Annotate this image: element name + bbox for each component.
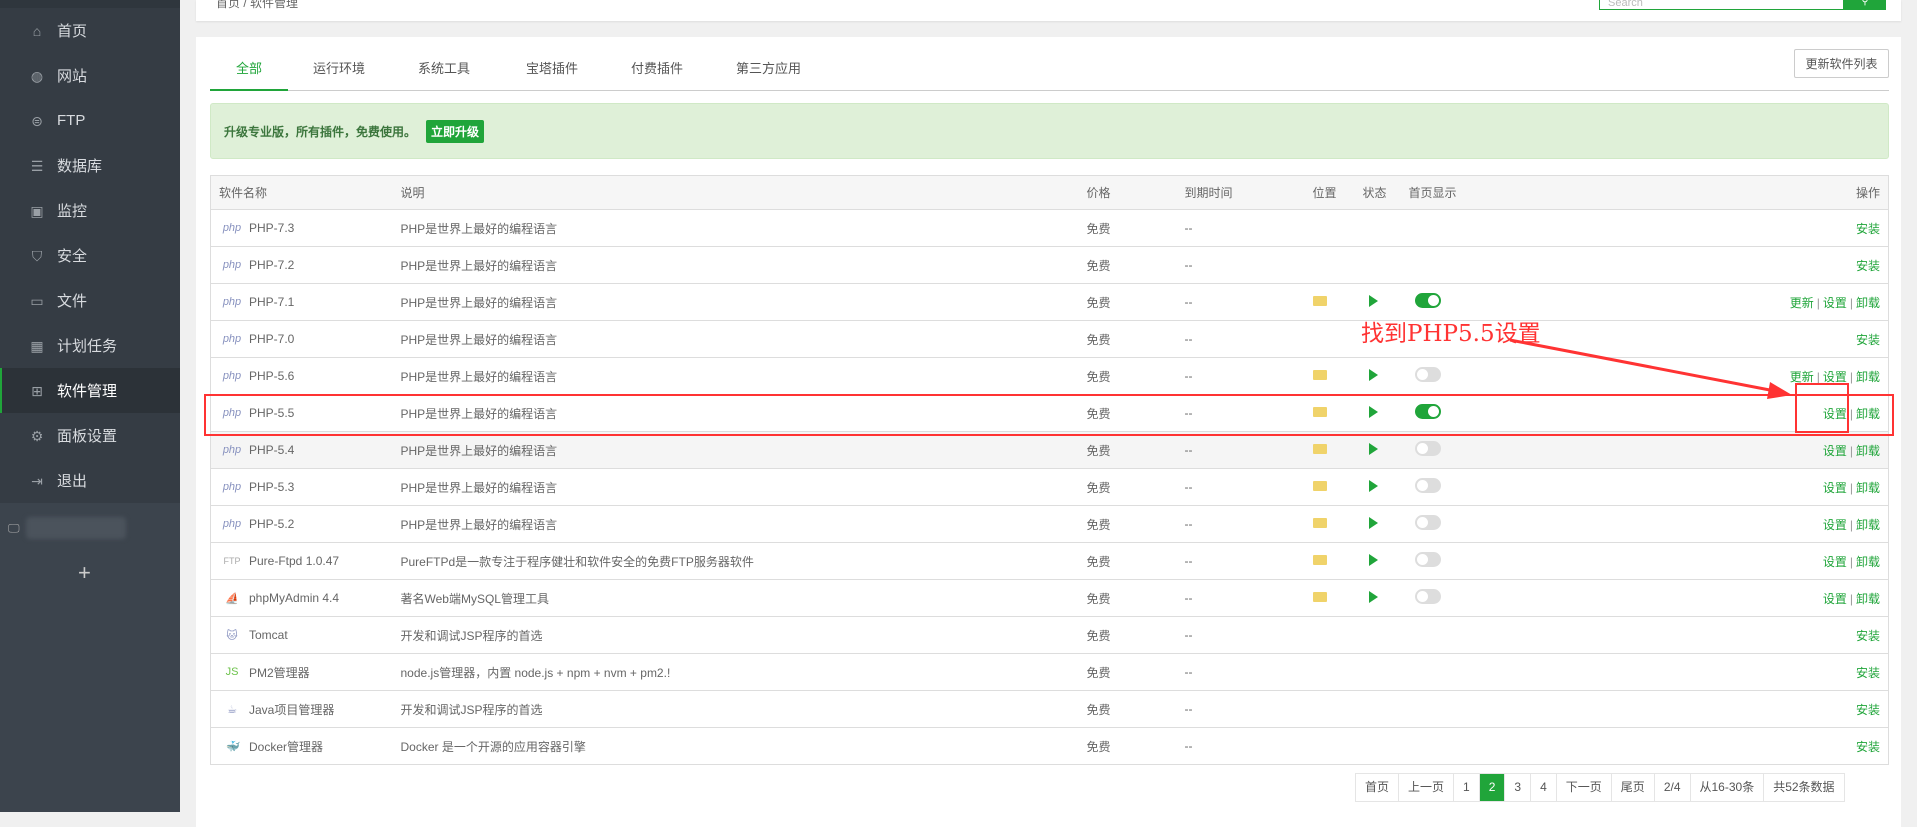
annotation-arrow — [1509, 338, 1792, 399]
